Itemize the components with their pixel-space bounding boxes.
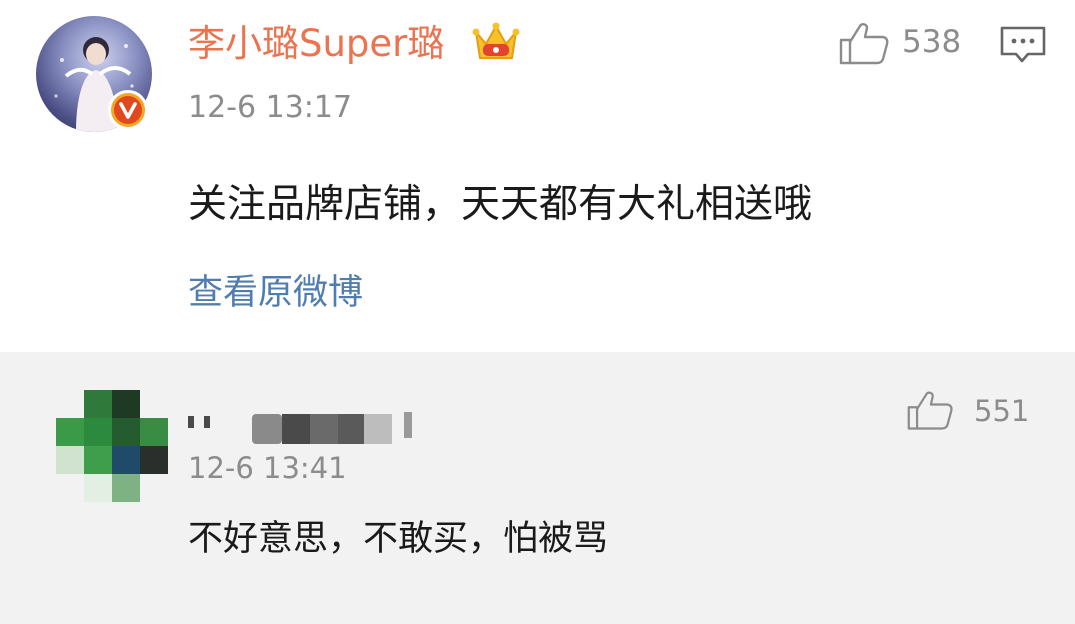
verified-badge-icon [108, 90, 148, 130]
comment-text: 不好意思，不敢买，怕被骂 [188, 519, 609, 559]
thumbs-up-icon[interactable] [838, 20, 890, 66]
like-count: 538 [902, 24, 962, 60]
comment-time: 12-6 13:17 [188, 90, 353, 125]
comment-item: 李小璐Super璐 12-6 13:17 关注品牌店铺，天天都有大礼相送哦 查看… [0, 0, 1075, 352]
comment-item: 12-6 13:41 不好意思，不敢买，怕被骂 551 [0, 352, 1075, 624]
view-original-link[interactable]: 查看原微博 [188, 268, 363, 318]
comment-time: 12-6 13:41 [188, 451, 347, 485]
thumbs-up-icon[interactable] [906, 388, 954, 432]
avatar[interactable] [56, 390, 168, 502]
crown-icon [472, 22, 520, 59]
reply-icon[interactable] [998, 24, 1048, 66]
like-count: 551 [974, 394, 1030, 428]
comment-thread: 李小璐Super璐 12-6 13:17 关注品牌店铺，天天都有大礼相送哦 查看… [0, 0, 1075, 624]
author-name[interactable]: 李小璐Super璐 [188, 18, 444, 70]
comment-text: 关注品牌店铺，天天都有大礼相送哦 [188, 182, 813, 227]
